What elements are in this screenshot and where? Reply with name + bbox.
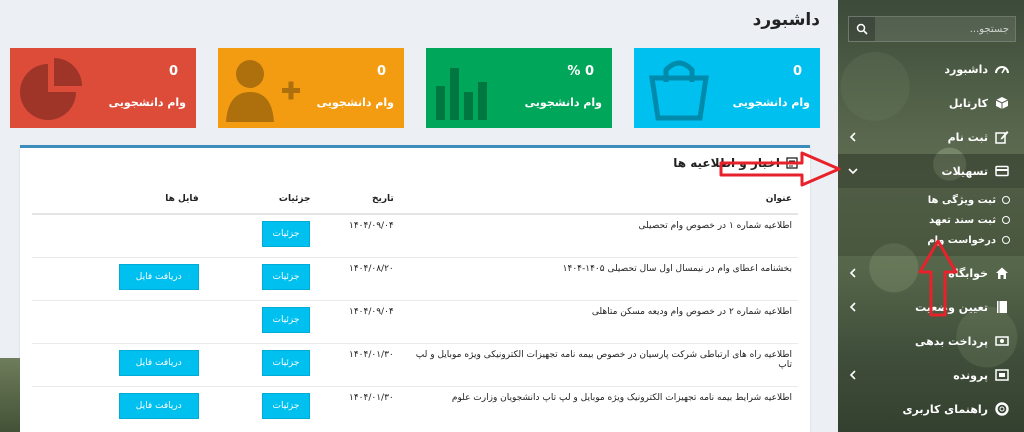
chevron-down-icon bbox=[848, 166, 858, 176]
background-image-strip bbox=[0, 358, 20, 432]
news-item-title: اطلاعیه شرایط بیمه نامه تجهیزات الکترونی… bbox=[399, 385, 798, 429]
home-icon bbox=[994, 265, 1010, 281]
news-panel: اخبار و اطلاعیه ها عنوان تاریخ جزئیات فا… bbox=[20, 145, 810, 432]
sidebar-item-label: راهنمای کاربری bbox=[902, 402, 988, 416]
circle-icon bbox=[1002, 236, 1010, 244]
help-icon bbox=[994, 401, 1010, 417]
annotation-arrow-up bbox=[918, 239, 958, 317]
stat-value: 0 bbox=[168, 64, 178, 79]
stat-label: وام دانشجویی bbox=[732, 96, 810, 109]
sidebar-item-label: کارتابل bbox=[948, 96, 988, 110]
details-button[interactable]: جزئیات bbox=[261, 221, 311, 247]
news-item-date: ۱۴۰۴/۰۱/۳۰ bbox=[316, 342, 400, 386]
search-icon bbox=[856, 23, 868, 35]
stat-label: وام دانشجویی bbox=[108, 96, 186, 109]
search-input[interactable] bbox=[875, 17, 1015, 41]
main-content: داشبورد 0 وام دانشجویی 0 % وام دانشجویی bbox=[0, 0, 838, 432]
news-item-title: بخشنامه اعطای وام در نیمسال اول سال تحصی… bbox=[399, 256, 798, 300]
sidebar-item-registration[interactable]: ثبت نام bbox=[838, 120, 1024, 154]
download-file-button[interactable]: دریافت فایل bbox=[118, 263, 199, 290]
news-item-title: اطلاعیه شماره ۲ در خصوص وام ودیعه مسکن م… bbox=[399, 299, 798, 343]
submenu-item-commitment[interactable]: ثبت سند تعهد bbox=[838, 210, 1024, 230]
stat-card-loan-4[interactable]: 0 وام دانشجویی bbox=[10, 48, 196, 128]
sidebar-item-file[interactable]: پرونده bbox=[838, 358, 1024, 392]
sidebar-search bbox=[848, 16, 1016, 42]
sidebar-item-debt-payment[interactable]: پرداخت بدهی bbox=[838, 324, 1024, 358]
sidebar: داشبورد کارتابل ثبت نام تسهیلات ثبت ویژگ… bbox=[838, 0, 1024, 432]
details-button[interactable]: جزئیات bbox=[261, 349, 311, 376]
pie-chart-icon bbox=[20, 58, 82, 120]
chevron-left-icon bbox=[848, 302, 858, 312]
table-row: بخشنامه اعطای وام در نیمسال اول سال تحصی… bbox=[32, 256, 798, 300]
stat-value: 0 % bbox=[567, 64, 594, 79]
edit-icon bbox=[994, 129, 1010, 145]
cube-icon bbox=[994, 95, 1010, 111]
folder-icon bbox=[994, 367, 1010, 383]
download-file-button[interactable]: دریافت فایل bbox=[118, 349, 199, 376]
table-row: اطلاعیه شرایط بیمه نامه تجهیزات الکترونی… bbox=[32, 385, 798, 429]
column-header-date: تاریخ bbox=[316, 188, 400, 215]
page-title: داشبورد bbox=[752, 10, 820, 30]
news-item-date: ۱۴۰۴/۰۹/۰۴ bbox=[316, 213, 400, 257]
stat-label: وام دانشجویی bbox=[316, 96, 394, 109]
bar-chart-icon bbox=[436, 68, 487, 120]
news-item-title: اطلاعیه راه های ارتباطی شرکت پارسیان در … bbox=[399, 342, 798, 386]
submenu-item-label: ثبت سند تعهد bbox=[929, 214, 996, 226]
sidebar-item-label: پرونده bbox=[953, 368, 988, 382]
stat-value: 0 bbox=[792, 64, 802, 79]
sidebar-item-user-guide[interactable]: راهنمای کاربری bbox=[838, 392, 1024, 426]
chevron-left-icon bbox=[848, 132, 858, 142]
user-add-icon bbox=[226, 60, 300, 122]
money-icon bbox=[994, 333, 1010, 349]
table-row: اطلاعیه شماره ۲ در خصوص وام ودیعه مسکن م… bbox=[32, 299, 798, 343]
credit-card-icon bbox=[994, 163, 1010, 179]
chevron-left-icon bbox=[848, 268, 858, 278]
sidebar-item-label: داشبورد bbox=[944, 62, 988, 76]
circle-icon bbox=[1002, 196, 1010, 204]
news-header: اخبار و اطلاعیه ها bbox=[20, 148, 810, 178]
chevron-left-icon bbox=[848, 370, 858, 380]
book-icon bbox=[994, 299, 1010, 315]
submenu-item-features[interactable]: ثبت ویژگی ها bbox=[838, 190, 1024, 210]
news-item-title: اطلاعیه شماره ۱ در خصوص وام تحصیلی bbox=[399, 213, 798, 257]
stat-label: وام دانشجویی bbox=[524, 96, 602, 109]
column-header-files: فایل ها bbox=[32, 188, 205, 215]
annotation-arrow-right bbox=[719, 151, 841, 187]
table-row: اطلاعیه راه های ارتباطی شرکت پارسیان در … bbox=[32, 342, 798, 386]
news-table: عنوان تاریخ جزئیات فایل ها اطلاعیه شماره… bbox=[32, 188, 798, 429]
column-header-details: جزئیات bbox=[204, 188, 317, 215]
shopping-bag-icon bbox=[649, 60, 709, 121]
details-button[interactable]: جزئیات bbox=[261, 392, 311, 419]
stat-value: 0 bbox=[376, 64, 386, 79]
sidebar-item-facilities[interactable]: تسهیلات bbox=[838, 154, 1024, 188]
stat-card-loan-1[interactable]: 0 وام دانشجویی bbox=[634, 48, 820, 128]
column-header-title: عنوان bbox=[399, 188, 798, 215]
search-button[interactable] bbox=[849, 17, 875, 41]
stat-card-loan-3[interactable]: 0 وام دانشجویی bbox=[218, 48, 404, 128]
news-item-date: ۱۴۰۴/۰۹/۰۴ bbox=[316, 299, 400, 343]
details-button[interactable]: جزئیات bbox=[261, 306, 311, 333]
dashboard-icon bbox=[994, 61, 1010, 77]
table-row: اطلاعیه شماره ۱ در خصوص وام تحصیلی ۱۴۰۴/… bbox=[32, 213, 798, 257]
news-item-date: ۱۴۰۴/۰۱/۳۰ bbox=[316, 385, 400, 429]
sidebar-item-label: پرداخت بدهی bbox=[914, 334, 988, 348]
circle-icon bbox=[1002, 216, 1010, 224]
sidebar-item-dashboard[interactable]: داشبورد bbox=[838, 52, 1024, 86]
sidebar-item-cartable[interactable]: کارتابل bbox=[838, 86, 1024, 120]
submenu-item-label: ثبت ویژگی ها bbox=[927, 194, 996, 206]
sidebar-item-label: تسهیلات bbox=[941, 164, 988, 178]
download-file-button[interactable]: دریافت فایل bbox=[118, 392, 199, 419]
details-button[interactable]: جزئیات bbox=[261, 263, 311, 290]
news-item-date: ۱۴۰۴/۰۸/۲۰ bbox=[316, 256, 400, 300]
stat-card-loan-2[interactable]: 0 % وام دانشجویی bbox=[426, 48, 612, 128]
sidebar-item-label: ثبت نام bbox=[947, 130, 988, 144]
stat-cards: 0 وام دانشجویی 0 % وام دانشجویی 0 وام دا… bbox=[10, 48, 822, 128]
